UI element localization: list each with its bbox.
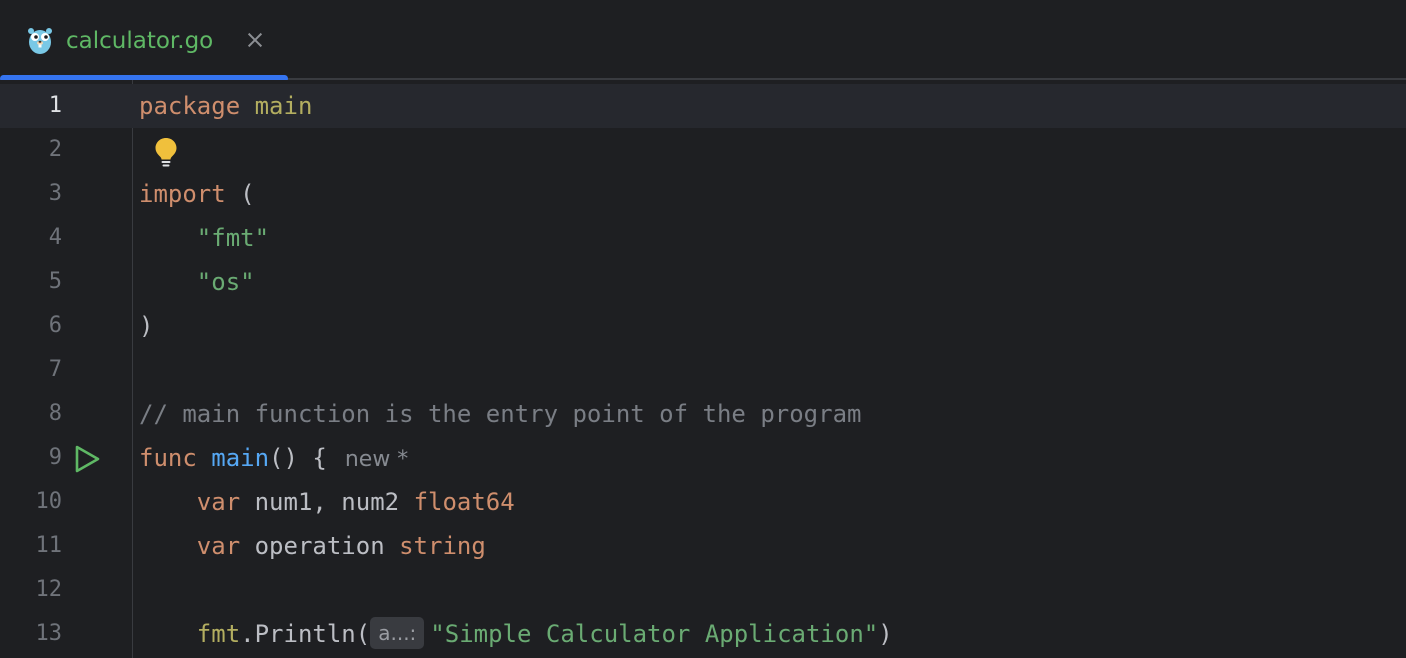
line-code: fmt.Println(a...: "Simple Calculator Appl… bbox=[139, 612, 893, 656]
function-call: Println bbox=[254, 620, 356, 648]
tab-label: calculator.go bbox=[66, 28, 214, 54]
code-line-8[interactable]: 8 // main function is the entry point of… bbox=[0, 392, 1406, 436]
line-number: 7 bbox=[48, 357, 62, 382]
code-line-3[interactable]: 3 import ( bbox=[0, 172, 1406, 216]
string-literal: "fmt" bbox=[196, 224, 270, 252]
line-number: 8 bbox=[48, 401, 62, 426]
package-reference: fmt bbox=[196, 620, 241, 648]
line-number: 5 bbox=[48, 269, 62, 294]
code-line-5[interactable]: 5 "os" bbox=[0, 260, 1406, 304]
line-code: import ( bbox=[139, 172, 255, 216]
code-line-12[interactable]: 12 bbox=[0, 568, 1406, 612]
line-number: 3 bbox=[48, 181, 62, 206]
line-number: 4 bbox=[48, 225, 62, 250]
function-name: main bbox=[211, 444, 270, 472]
type-name: float64 bbox=[413, 488, 515, 516]
line-number: 2 bbox=[48, 137, 62, 162]
identifier: operation bbox=[254, 532, 385, 560]
line-number: 10 bbox=[35, 489, 63, 514]
code-editor[interactable]: 1 package main 2 3 import ( 4 "fmt" 5 "o… bbox=[0, 80, 1406, 658]
paren: ) bbox=[878, 620, 893, 648]
paren: ( bbox=[240, 180, 255, 208]
go-gopher-icon bbox=[28, 28, 52, 54]
keyword: func bbox=[139, 444, 197, 472]
package-name: main bbox=[254, 92, 313, 120]
punctuation: () { bbox=[269, 444, 327, 472]
code-line-13[interactable]: 13 fmt.Println(a...: "Simple Calculator A… bbox=[0, 612, 1406, 656]
code-line-6[interactable]: 6 ) bbox=[0, 304, 1406, 348]
code-line-7[interactable]: 7 bbox=[0, 348, 1406, 392]
line-code: ) bbox=[139, 304, 153, 348]
dot: . bbox=[240, 620, 255, 648]
ide-window: calculator.go 1 package main 2 3 import … bbox=[0, 0, 1406, 658]
run-icon[interactable] bbox=[72, 444, 102, 474]
line-number: 9 bbox=[48, 445, 62, 470]
line-number: 6 bbox=[48, 313, 62, 338]
identifiers: num1, num2 bbox=[254, 488, 400, 516]
line-code: package main bbox=[139, 84, 312, 128]
close-icon[interactable] bbox=[243, 28, 267, 52]
line-code: // main function is the entry point of t… bbox=[139, 392, 861, 436]
code-line-2[interactable]: 2 bbox=[0, 128, 1406, 172]
line-code: var operation string bbox=[139, 524, 486, 568]
type-name: string bbox=[399, 532, 486, 560]
comment: // main function is the entry point of t… bbox=[139, 400, 862, 428]
lightbulb-icon[interactable] bbox=[152, 136, 180, 168]
line-number: 11 bbox=[35, 533, 63, 558]
code-line-10[interactable]: 10 var num1, num2 float64 bbox=[0, 480, 1406, 524]
parameter-hint[interactable]: a...: bbox=[370, 617, 425, 649]
tab-calculator-go[interactable]: calculator.go bbox=[0, 0, 288, 82]
line-code: func main() { new * bbox=[139, 436, 408, 482]
line-code: var num1, num2 float64 bbox=[139, 480, 515, 524]
code-line-4[interactable]: 4 "fmt" bbox=[0, 216, 1406, 260]
line-number: 13 bbox=[35, 621, 63, 646]
string-literal: "os" bbox=[196, 268, 255, 296]
keyword: var bbox=[196, 488, 241, 516]
keyword: var bbox=[196, 532, 241, 560]
paren: ( bbox=[355, 620, 371, 648]
author-inlay-hint[interactable]: new * bbox=[345, 447, 408, 472]
line-number: 12 bbox=[35, 577, 63, 602]
editor-tab-bar: calculator.go bbox=[0, 0, 1406, 82]
code-line-1[interactable]: 1 package main bbox=[0, 84, 1406, 128]
code-line-9[interactable]: 9 func main() { new * bbox=[0, 436, 1406, 480]
paren: ) bbox=[139, 312, 154, 340]
code-line-11[interactable]: 11 var operation string bbox=[0, 524, 1406, 568]
keyword: package bbox=[139, 92, 241, 120]
line-code: "os" bbox=[139, 260, 255, 304]
line-number: 1 bbox=[48, 93, 62, 118]
line-code: "fmt" bbox=[139, 216, 269, 260]
string-literal: "Simple Calculator Application" bbox=[430, 620, 879, 648]
keyword: import bbox=[139, 180, 226, 208]
